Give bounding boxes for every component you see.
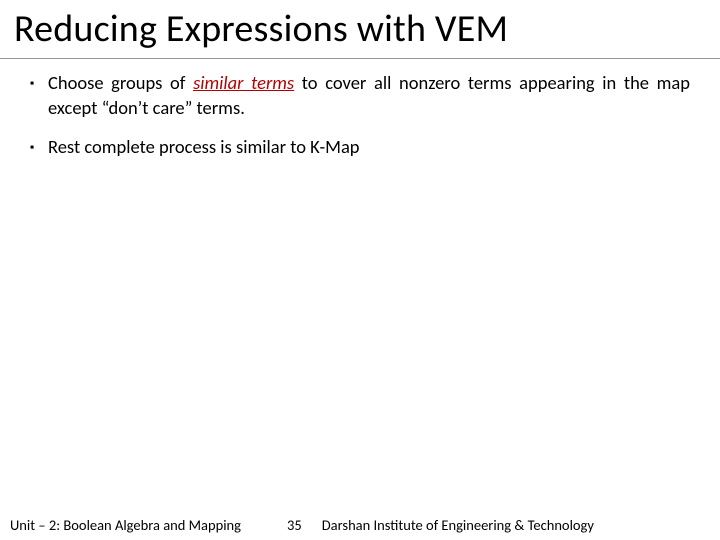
bullet-marker-icon: ▪ (30, 71, 48, 121)
footer-page-number: 35 (287, 516, 302, 534)
slide-title: Reducing Expressions with VEM (0, 0, 720, 59)
footer-institute: Darshan Institute of Engineering & Techn… (322, 516, 710, 534)
bullet-marker-icon: ▪ (30, 135, 48, 160)
bullet-item: ▪ Rest complete process is similar to K-… (30, 135, 690, 160)
bullet-text: Rest complete process is similar to K-Ma… (48, 135, 690, 160)
bullet-pre: Choose groups of (48, 71, 193, 94)
footer-unit: Unit – 2: Boolean Algebra and Mapping (10, 516, 241, 534)
slide-content: ▪ Choose groups of similar terms to cove… (0, 59, 720, 160)
bullet-item: ▪ Choose groups of similar terms to cove… (30, 71, 690, 121)
bullet-text: Choose groups of similar terms to cover … (48, 71, 690, 121)
bullet-emph: similar terms (193, 71, 294, 94)
slide-footer: Unit – 2: Boolean Algebra and Mapping 35… (0, 516, 720, 534)
bullet-pre: Rest complete process is similar to K-Ma… (48, 135, 360, 158)
slide: Reducing Expressions with VEM ▪ Choose g… (0, 0, 720, 540)
